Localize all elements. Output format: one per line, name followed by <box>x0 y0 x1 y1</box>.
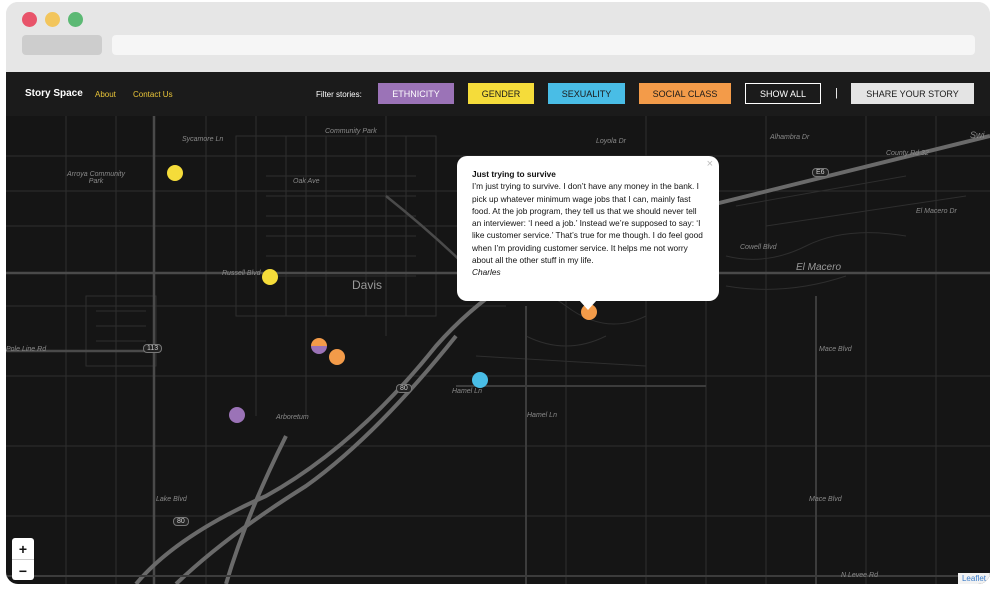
browser-tab[interactable] <box>22 35 102 55</box>
story-marker[interactable] <box>167 165 183 181</box>
filter-ethnicity-button[interactable]: ETHNICITY <box>378 83 454 104</box>
filter-gender-button[interactable]: GENDER <box>468 83 534 104</box>
route-shield: 80 <box>173 517 189 526</box>
popup-body: I’m just trying to survive. I don’t have… <box>472 181 703 266</box>
nav-link-about[interactable]: About <box>95 90 116 99</box>
minimize-window-button[interactable] <box>45 12 60 27</box>
map-label: Arroya Community Park <box>67 171 125 185</box>
map-label: Mace Blvd <box>809 496 842 503</box>
route-shield: 80 <box>396 384 412 393</box>
story-marker[interactable] <box>229 407 245 423</box>
map-label: N Levee Rd <box>841 572 878 579</box>
maximize-window-button[interactable] <box>68 12 83 27</box>
story-popup: × Just trying to survive I’m just trying… <box>457 156 719 310</box>
story-marker[interactable] <box>329 349 345 365</box>
map-label: County Rd 32 <box>886 150 929 157</box>
map-label: Mace Blvd <box>819 346 852 353</box>
popup-close-button[interactable]: × <box>707 158 713 170</box>
map-label: Swi <box>970 130 985 140</box>
map-label: Hamel Ln <box>452 388 482 395</box>
filter-label: Filter stories: <box>316 90 362 99</box>
zoom-control: + − <box>12 538 34 580</box>
map-label: Oak Ave <box>293 178 320 185</box>
story-marker[interactable] <box>472 372 488 388</box>
filter-social-class-button[interactable]: SOCIAL CLASS <box>639 83 731 104</box>
story-map[interactable]: Community Park Arroya Community Park Arb… <box>6 116 990 584</box>
address-bar[interactable] <box>112 35 975 55</box>
map-label: Pole Line Rd <box>6 346 47 353</box>
story-marker[interactable] <box>311 338 327 354</box>
site-navbar: Story Space About Contact Us Filter stor… <box>6 72 990 116</box>
story-marker[interactable] <box>262 269 278 285</box>
show-all-button[interactable]: SHOW ALL <box>745 83 821 104</box>
map-label: Community Park <box>325 128 377 135</box>
filter-sexuality-button[interactable]: SEXUALITY <box>548 83 625 104</box>
map-label: Hamel Ln <box>527 412 557 419</box>
map-label: Alhambra Dr <box>770 134 810 141</box>
browser-chrome <box>6 2 990 72</box>
map-label: Cowell Blvd <box>740 244 777 251</box>
close-window-button[interactable] <box>22 12 37 27</box>
map-label: Sycamore Ln <box>182 136 224 143</box>
route-shield: 113 <box>143 344 163 353</box>
city-label-davis: Davis <box>352 278 383 292</box>
popup-title: Just trying to survive <box>472 169 556 179</box>
map-label: Lake Blvd <box>156 496 187 503</box>
map-label: Loyola Dr <box>596 138 626 145</box>
map-label: Russell Blvd <box>222 270 261 277</box>
map-label: El Macero Dr <box>916 208 957 215</box>
popup-author: Charles <box>472 267 501 278</box>
site-brand[interactable]: Story Space <box>25 88 83 99</box>
nav-separator: | <box>835 87 838 99</box>
leaflet-attribution-link[interactable]: Leaflet <box>957 573 990 584</box>
map-label: Arboretum <box>276 414 309 421</box>
browser-window: Story Space About Contact Us Filter stor… <box>6 2 990 584</box>
route-shield: E6 <box>812 168 829 177</box>
zoom-in-button[interactable]: + <box>12 538 34 560</box>
share-your-story-button[interactable]: SHARE YOUR STORY <box>851 83 974 104</box>
zoom-out-button[interactable]: − <box>12 560 34 581</box>
city-label-el-macero: El Macero <box>796 262 842 273</box>
nav-link-contact[interactable]: Contact Us <box>133 90 173 99</box>
